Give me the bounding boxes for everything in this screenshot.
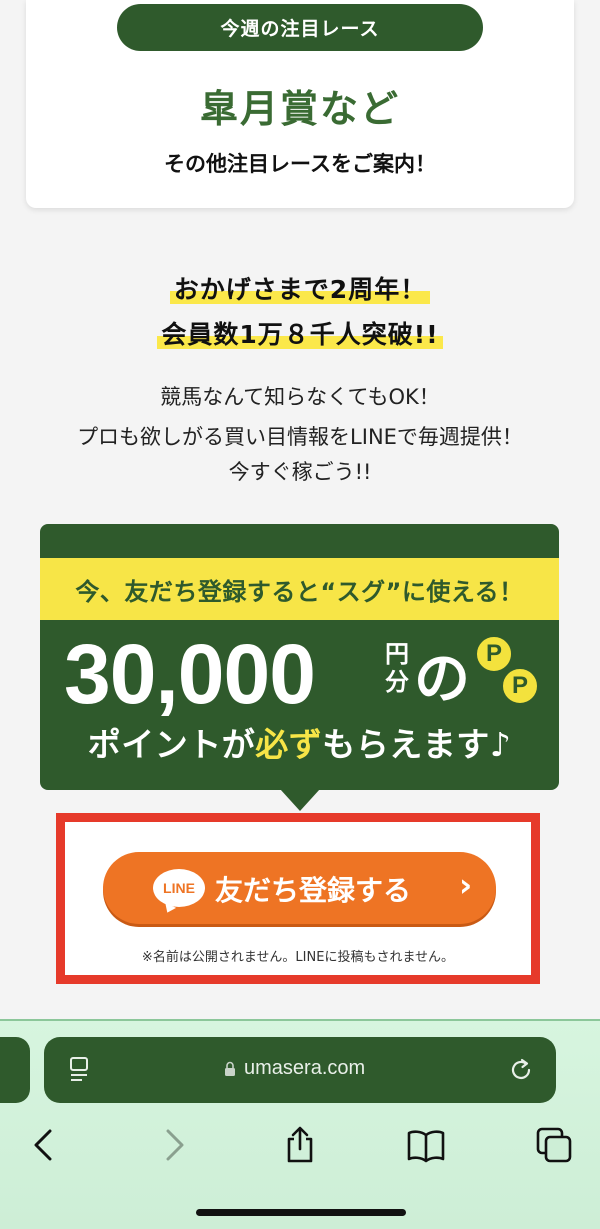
- featured-race-card: 今週の注目レース 皐月賞など その他注目レースをご案内！: [26, 0, 574, 208]
- privacy-note: ※名前は公開されません。LINEに投稿もされません。: [141, 950, 455, 965]
- promo-unit: 円 分: [385, 640, 409, 696]
- promo-banner: 今、友だち登録すると“スグ”に使える！: [40, 558, 559, 620]
- previous-tab-preview[interactable]: [0, 1037, 30, 1103]
- cta-frame: LINE 友だち登録する › ※名前は公開されません。LINEに投稿もされません…: [56, 813, 540, 984]
- add-friend-button[interactable]: LINE 友だち登録する ›: [103, 852, 496, 924]
- url-text[interactable]: umasera.com: [244, 1057, 365, 1080]
- description-line-1: 競馬なんて知らなくてもOK！: [160, 385, 440, 409]
- featured-race-subtitle: その他注目レースをご案内！: [164, 152, 436, 176]
- point-coin-icon: P: [474, 634, 514, 674]
- description-line-3: 今すぐ稼ごう!!: [228, 460, 372, 484]
- reload-icon[interactable]: [508, 1057, 534, 1083]
- promo-particle: の: [414, 647, 470, 712]
- point-coin-icon: P: [500, 666, 540, 706]
- share-icon[interactable]: [280, 1125, 320, 1165]
- promo-pointer-arrow: [280, 789, 320, 811]
- add-friend-label: 友だち登録する: [215, 874, 412, 907]
- featured-race-title: 皐月賞など: [199, 87, 400, 131]
- back-icon[interactable]: [24, 1125, 64, 1165]
- points-promo-box: 今、友だち登録すると“スグ”に使える！ 30,000 円 分 の P P ポイン…: [40, 524, 559, 790]
- home-indicator[interactable]: [196, 1209, 406, 1216]
- reader-icon[interactable]: [68, 1056, 92, 1084]
- line-icon: LINE: [153, 869, 205, 907]
- promo-amount: 30,000: [64, 627, 316, 721]
- featured-race-pill: 今週の注目レース: [117, 4, 483, 51]
- anniversary-line-2: 会員数1万８千人突破!!: [0, 315, 600, 351]
- browser-toolbar: umasera.com: [0, 1019, 600, 1229]
- lock-icon: [225, 1061, 235, 1076]
- address-bar[interactable]: umasera.com: [44, 1037, 556, 1103]
- anniversary-line-1: おかげさまで2周年！: [0, 270, 600, 306]
- chevron-right-icon: ›: [459, 866, 473, 904]
- tabs-icon[interactable]: [534, 1125, 574, 1165]
- description-line-2: プロも欲しがる買い目情報をLINEで毎週提供！: [77, 425, 523, 449]
- promo-points-text: ポイントが必ずもらえます♪: [87, 725, 512, 764]
- forward-icon[interactable]: [154, 1125, 194, 1165]
- bookmarks-icon[interactable]: [406, 1125, 446, 1165]
